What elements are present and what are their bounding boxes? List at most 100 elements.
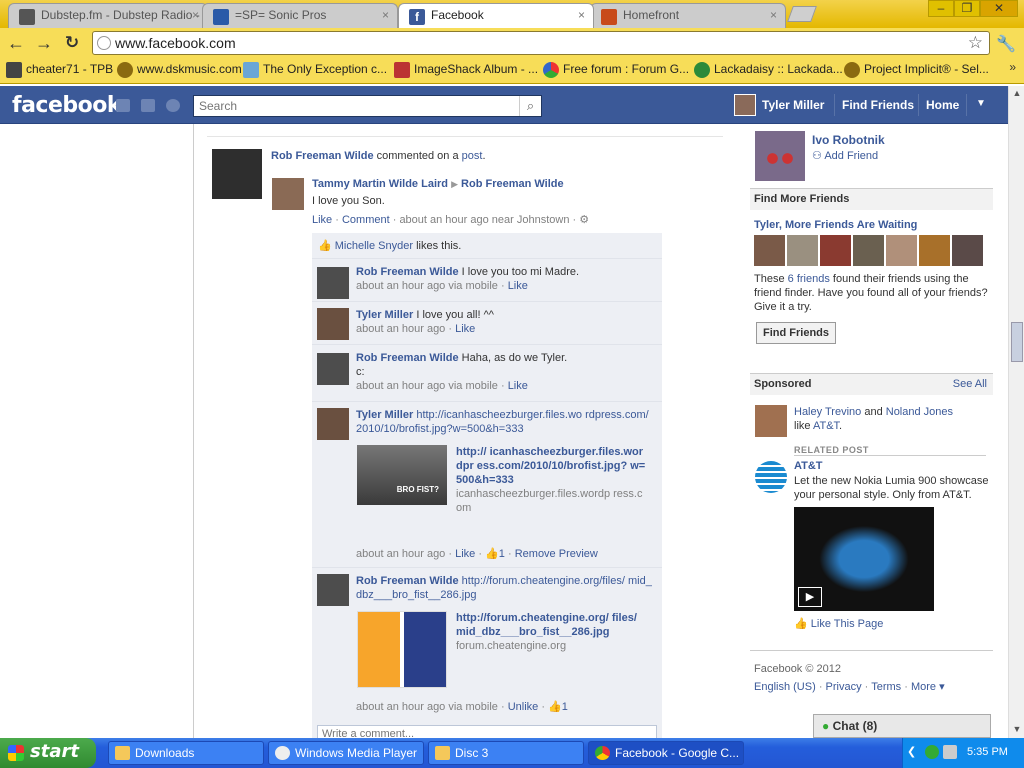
close-tab-icon[interactable]: × <box>770 8 777 22</box>
link-preview-thumbnail[interactable]: BRO FIST? <box>357 445 447 505</box>
clock[interactable]: 5:35 PM <box>967 746 1008 758</box>
search-icon[interactable]: ⌕ <box>519 96 541 116</box>
brand-link[interactable]: AT&T <box>813 420 839 432</box>
comment-like-link[interactable]: Like <box>508 380 528 392</box>
more-bookmarks-button[interactable]: » <box>1009 60 1016 74</box>
new-tab-button[interactable] <box>787 6 817 22</box>
browser-tab[interactable]: Dubstep.fm - Dubstep Radio - × <box>8 3 208 28</box>
like-link[interactable]: Like <box>312 214 332 226</box>
browser-tab-active[interactable]: f Facebook × <box>398 3 594 28</box>
back-icon[interactable]: ← <box>5 32 27 54</box>
taskbar-item[interactable]: Downloads <box>108 741 264 765</box>
comment-likes-count[interactable]: 👍1 <box>485 548 505 560</box>
actor-name-link[interactable]: Rob Freeman Wilde <box>271 150 374 162</box>
att-logo-icon[interactable] <box>755 461 787 493</box>
liker-link[interactable]: Michelle Snyder <box>335 240 413 252</box>
commenter-name[interactable]: Rob Freeman Wilde <box>356 266 459 278</box>
bookmark-item[interactable]: Lackadaisy :: Lackada... <box>694 62 843 78</box>
taskbar-item-active[interactable]: Facebook - Google C... <box>588 741 744 765</box>
scroll-down-icon[interactable]: ▼ <box>1011 724 1023 736</box>
friends-waiting-link[interactable]: Tyler, More Friends Are Waiting <box>750 210 993 235</box>
commenter-name[interactable]: Rob Freeman Wilde <box>356 575 459 587</box>
scroll-thumb[interactable] <box>1011 322 1023 362</box>
taskbar-item[interactable]: Disc 3 <box>428 741 584 765</box>
browser-tab[interactable]: =SP= Sonic Pros × <box>202 3 398 28</box>
bookmark-item[interactable]: Free forum : Forum G... <box>543 62 689 78</box>
ad-friend-link[interactable]: Haley Trevino <box>794 406 861 418</box>
comment-like-link[interactable]: Like <box>508 280 528 292</box>
account-menu-icon[interactable]: ▼ <box>976 98 986 109</box>
ad-title-link[interactable]: AT&T <box>794 460 823 472</box>
comment-link[interactable]: Comment <box>342 214 390 226</box>
comment-like-link[interactable]: Like <box>455 548 475 560</box>
address-bar[interactable]: ☆ <box>92 31 990 55</box>
commenter-avatar[interactable] <box>317 408 349 440</box>
find-friends-link[interactable]: Find Friends <box>842 98 914 112</box>
friend-photo[interactable] <box>820 235 851 266</box>
comment-unlike-link[interactable]: Unlike <box>508 701 539 713</box>
bookmark-item[interactable]: cheater71 - TPB <box>6 62 113 78</box>
like-page-button[interactable]: 👍 Like This Page <box>794 617 883 630</box>
wrench-menu-icon[interactable]: 🔧 <box>996 34 1016 54</box>
scroll-up-icon[interactable]: ▲ <box>1011 88 1023 100</box>
commenter-name[interactable]: Tyler Miller <box>356 309 413 321</box>
browser-tab[interactable]: Homefront × <box>590 3 786 28</box>
preview-title-link[interactable]: http://forum.cheatengine.org/ files/ mid… <box>456 612 637 638</box>
bookmark-star-icon[interactable]: ☆ <box>968 33 983 53</box>
commenter-avatar[interactable] <box>317 574 349 606</box>
bookmark-item[interactable]: www.dskmusic.com <box>117 62 242 78</box>
bookmark-item[interactable]: Project Implicit® - Sel... <box>844 62 989 78</box>
profile-link[interactable]: Tyler Miller <box>762 98 824 112</box>
remove-preview-link[interactable]: Remove Preview <box>515 548 598 560</box>
ad-friend-link[interactable]: Noland Jones <box>886 406 953 418</box>
forward-icon[interactable]: → <box>33 32 55 54</box>
commenter-name[interactable]: Rob Freeman Wilde <box>356 352 459 364</box>
commenter-avatar[interactable] <box>317 267 349 299</box>
network-icon[interactable] <box>943 745 957 759</box>
search-input[interactable] <box>199 99 509 113</box>
friend-requests-icon[interactable] <box>116 99 130 112</box>
commenter-name[interactable]: Tyler Miller <box>356 409 413 421</box>
friend-photo[interactable] <box>952 235 983 266</box>
six-friends-link[interactable]: 6 friends <box>788 273 830 285</box>
actor-avatar[interactable] <box>212 149 262 199</box>
home-link[interactable]: Home <box>926 98 959 112</box>
post-link[interactable]: post <box>462 150 483 162</box>
user-avatar[interactable] <box>734 94 756 116</box>
messages-icon[interactable] <box>141 99 155 112</box>
friend-photo[interactable] <box>853 235 884 266</box>
friend-photo[interactable] <box>919 235 950 266</box>
url-input[interactable] <box>115 34 955 52</box>
minimize-button[interactable]: – <box>928 0 954 17</box>
commenter-avatar[interactable] <box>317 353 349 385</box>
preview-title-link[interactable]: http:// icanhascheezburger.files.wordpr … <box>456 446 645 486</box>
antivirus-icon[interactable] <box>925 745 939 759</box>
chat-bar[interactable]: ● Chat (8) <box>813 714 991 738</box>
language-link[interactable]: English (US) <box>754 681 816 693</box>
close-tab-icon[interactable]: × <box>192 8 199 22</box>
ad-video-thumbnail[interactable]: ▶ <box>794 507 934 611</box>
commenter-avatar[interactable] <box>317 308 349 340</box>
start-button[interactable]: start <box>0 738 96 768</box>
ad-friend-avatar[interactable] <box>755 405 787 437</box>
comment-like-link[interactable]: Like <box>455 323 475 335</box>
facebook-logo[interactable]: facebook <box>12 93 122 118</box>
close-tab-icon[interactable]: × <box>578 8 585 22</box>
reload-icon[interactable]: ↻ <box>61 32 83 54</box>
friend-photo[interactable] <box>787 235 818 266</box>
comment-likes-count[interactable]: 👍1 <box>548 701 568 713</box>
bookmark-item[interactable]: ImageShack Album - ... <box>394 62 538 78</box>
notifications-icon[interactable] <box>166 99 180 112</box>
privacy-link[interactable]: Privacy <box>826 681 862 693</box>
gear-icon[interactable]: ⚙ <box>579 214 589 226</box>
find-friends-button[interactable]: Find Friends <box>756 322 836 344</box>
close-window-button[interactable]: ✕ <box>980 0 1018 17</box>
friend-photo[interactable] <box>886 235 917 266</box>
suggested-friend-avatar[interactable] <box>755 131 805 181</box>
post-author-link[interactable]: Tammy Martin Wilde Laird <box>312 178 448 190</box>
close-tab-icon[interactable]: × <box>382 8 389 22</box>
page-scrollbar[interactable]: ▲ ▼ <box>1008 86 1024 738</box>
post-target-link[interactable]: Rob Freeman Wilde <box>461 178 564 190</box>
link-preview-thumbnail[interactable] <box>357 611 447 688</box>
suggested-friend-name[interactable]: Ivo Robotnik <box>812 133 885 147</box>
